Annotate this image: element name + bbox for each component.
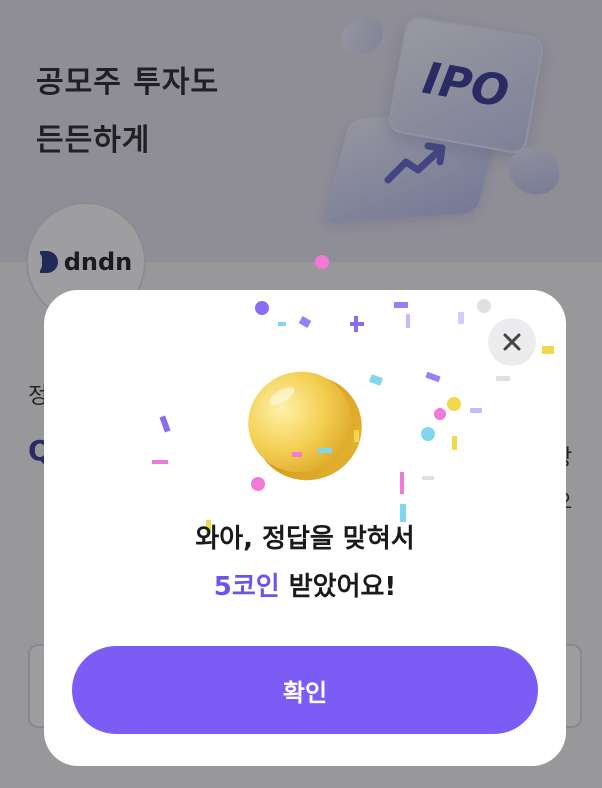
reward-message-line2: 5코인 받았어요! [44, 566, 566, 603]
close-icon [503, 333, 521, 351]
reward-message-line1: 와아, 정답을 맞혀서 [195, 524, 415, 554]
reward-amount: 5코인 [213, 572, 280, 602]
gold-coin-icon [248, 371, 362, 481]
close-button[interactable] [488, 318, 536, 366]
reward-message-suffix: 받았어요! [279, 572, 397, 602]
confirm-button[interactable]: 확인 [72, 646, 538, 734]
